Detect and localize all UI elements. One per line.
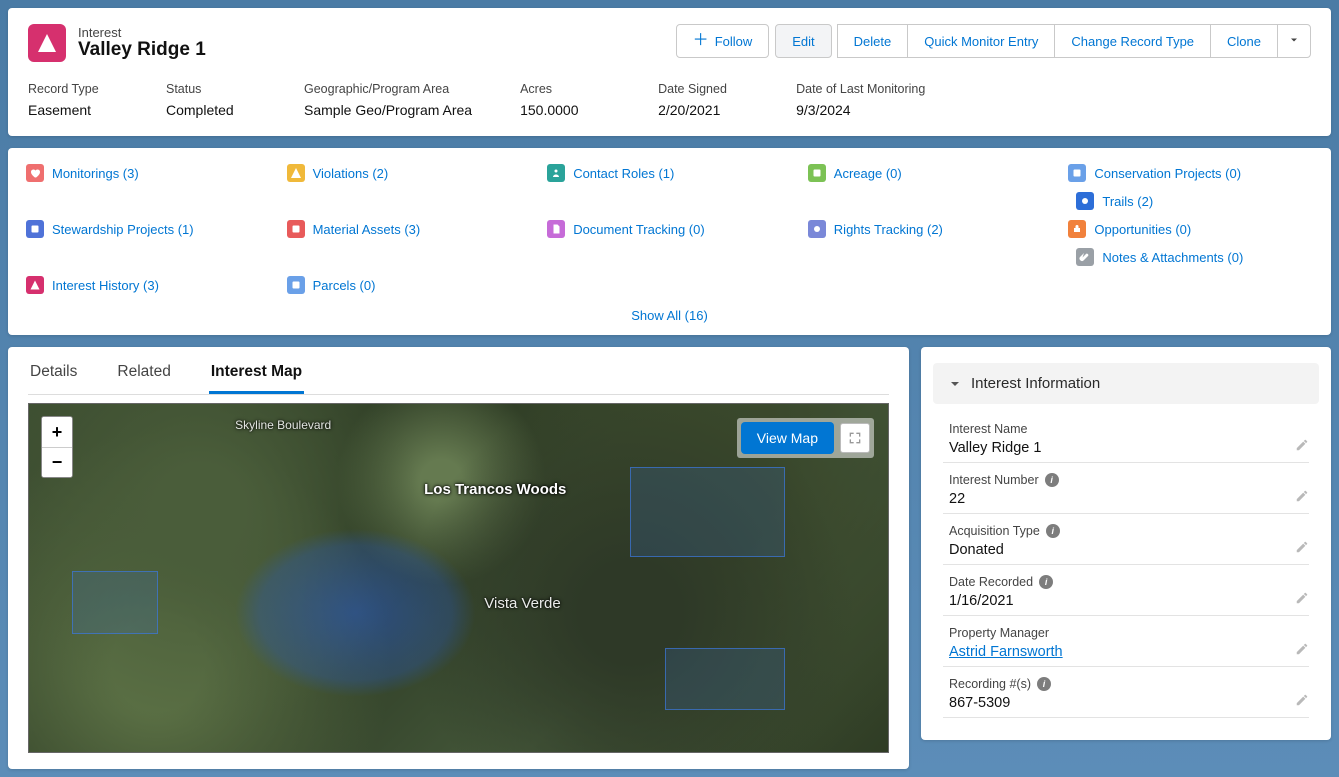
heart-icon — [26, 164, 44, 182]
edit-button[interactable]: Edit — [775, 24, 831, 58]
map-label-vista-verde: Vista Verde — [484, 595, 560, 612]
map-expand-button[interactable] — [840, 423, 870, 453]
info-icon[interactable] — [1046, 524, 1060, 538]
tab-interest-map[interactable]: Interest Map — [209, 363, 304, 394]
field-date-signed: Date Signed 2/20/2021 — [658, 82, 748, 118]
show-all-link[interactable]: Show All (16) — [631, 308, 708, 323]
main-column: Details Related Interest Map Skyline Bou… — [8, 347, 909, 769]
edit-pencil-icon[interactable] — [1295, 591, 1309, 605]
field-record-type: Record Type Easement — [28, 82, 118, 118]
related-rights-tracking: Rights Tracking (2) — [808, 220, 1053, 238]
property-manager-link[interactable]: Astrid Farnsworth — [949, 644, 1303, 660]
panel-header[interactable]: Interest Information — [933, 363, 1319, 404]
related-conservation-projects: Conservation Projects (0) — [1068, 164, 1313, 182]
related-document-tracking: Document Tracking (0) — [547, 220, 792, 238]
rights-icon — [808, 220, 826, 238]
record-title: Valley Ridge 1 — [78, 39, 206, 61]
field-property-manager: Property Manager Astrid Farnsworth — [943, 622, 1309, 667]
parcel-icon — [287, 276, 305, 294]
history-icon — [26, 276, 44, 294]
attachment-icon — [1076, 248, 1094, 266]
chevron-down-icon — [947, 376, 963, 392]
clone-button[interactable]: Clone — [1210, 24, 1278, 58]
edit-pencil-icon[interactable] — [1295, 693, 1309, 707]
field-date-recorded: Date Recorded 1/16/2021 — [943, 571, 1309, 616]
edit-pencil-icon[interactable] — [1295, 438, 1309, 452]
panel-title: Interest Information — [971, 375, 1100, 392]
field-interest-name: Interest Name Valley Ridge 1 — [943, 418, 1309, 463]
lower-row: Details Related Interest Map Skyline Bou… — [8, 347, 1331, 769]
trail-icon — [1076, 192, 1094, 210]
related-notes-attachments: Notes & Attachments (0) — [1076, 248, 1313, 266]
info-icon[interactable] — [1037, 677, 1051, 691]
related-acreage: Acreage (0) — [808, 164, 1053, 182]
edit-pencil-icon[interactable] — [1295, 642, 1309, 656]
map-label-skyline: Skyline Boulevard — [235, 418, 331, 432]
edit-pencil-icon[interactable] — [1295, 540, 1309, 554]
project-icon — [1068, 164, 1086, 182]
highlights-panel: Record Type Easement Status Completed Ge… — [28, 82, 1311, 118]
view-map-button[interactable]: View Map — [741, 422, 834, 454]
related-monitorings: Monitorings (3) — [26, 164, 271, 182]
opportunity-icon — [1068, 220, 1086, 238]
field-acres: Acres 150.0000 — [520, 82, 610, 118]
related-material-assets: Material Assets (3) — [287, 220, 532, 238]
field-recording-numbers: Recording #(s) 867-5309 — [943, 673, 1309, 718]
area-icon — [808, 164, 826, 182]
map-parcel-overlay — [72, 571, 158, 634]
plus-icon: ＋ — [693, 33, 709, 49]
field-status: Status Completed — [166, 82, 256, 118]
edit-pencil-icon[interactable] — [1295, 489, 1309, 503]
related-contact-roles: Contact Roles (1) — [547, 164, 792, 182]
info-icon[interactable] — [1045, 473, 1059, 487]
related-stewardship: Stewardship Projects (1) — [26, 220, 271, 238]
object-label: Interest — [78, 25, 206, 40]
related-trails: Trails (2) — [1076, 192, 1313, 210]
delete-button[interactable]: Delete — [837, 24, 909, 58]
tab-related[interactable]: Related — [115, 363, 172, 394]
tab-details[interactable]: Details — [28, 363, 79, 394]
info-icon[interactable] — [1039, 575, 1053, 589]
zoom-in-button[interactable]: + — [42, 417, 72, 447]
action-toolbar: ＋ Follow Edit Delete Quick Monitor Entry… — [676, 24, 1311, 58]
related-lists: Monitorings (3) Violations (2) Contact R… — [8, 148, 1331, 335]
related-opportunities: Opportunities (0) — [1068, 220, 1313, 238]
header-identity: Interest Valley Ridge 1 — [28, 24, 206, 62]
map-container[interactable]: Skyline Boulevard Los Trancos Woods Vist… — [28, 403, 889, 753]
more-actions-button[interactable] — [1277, 24, 1311, 58]
field-acquisition-type: Acquisition Type Donated — [943, 520, 1309, 565]
change-record-type-button[interactable]: Change Record Type — [1054, 24, 1211, 58]
field-geo-area: Geographic/Program Area Sample Geo/Progr… — [304, 82, 472, 118]
people-icon — [547, 164, 565, 182]
related-violations: Violations (2) — [287, 164, 532, 182]
field-interest-number: Interest Number 22 — [943, 469, 1309, 514]
follow-button[interactable]: ＋ Follow — [676, 24, 770, 58]
map-parcel-overlay — [630, 467, 785, 557]
steward-icon — [26, 220, 44, 238]
tab-bar: Details Related Interest Map — [28, 363, 889, 395]
warning-icon — [287, 164, 305, 182]
record-header: Interest Valley Ridge 1 ＋ Follow Edit De… — [8, 8, 1331, 136]
side-panel: Interest Information Interest Name Valle… — [921, 347, 1331, 740]
quick-monitor-button[interactable]: Quick Monitor Entry — [907, 24, 1055, 58]
related-parcels: Parcels (0) — [287, 276, 532, 294]
zoom-out-button[interactable]: − — [42, 447, 72, 477]
map-label-los-trancos: Los Trancos Woods — [424, 481, 566, 498]
document-icon — [547, 220, 565, 238]
related-interest-history: Interest History (3) — [26, 276, 271, 294]
asset-icon — [287, 220, 305, 238]
show-all-related: Show All (16) — [26, 308, 1313, 323]
record-type-icon — [28, 24, 66, 62]
map-parcel-overlay — [665, 648, 785, 711]
map-zoom-controls: + − — [41, 416, 73, 478]
chevron-down-icon — [1288, 34, 1300, 46]
map-top-actions: View Map — [737, 418, 874, 458]
header-top-row: Interest Valley Ridge 1 ＋ Follow Edit De… — [28, 24, 1311, 62]
field-last-monitoring: Date of Last Monitoring 9/3/2024 — [796, 82, 925, 118]
expand-icon — [847, 430, 863, 446]
